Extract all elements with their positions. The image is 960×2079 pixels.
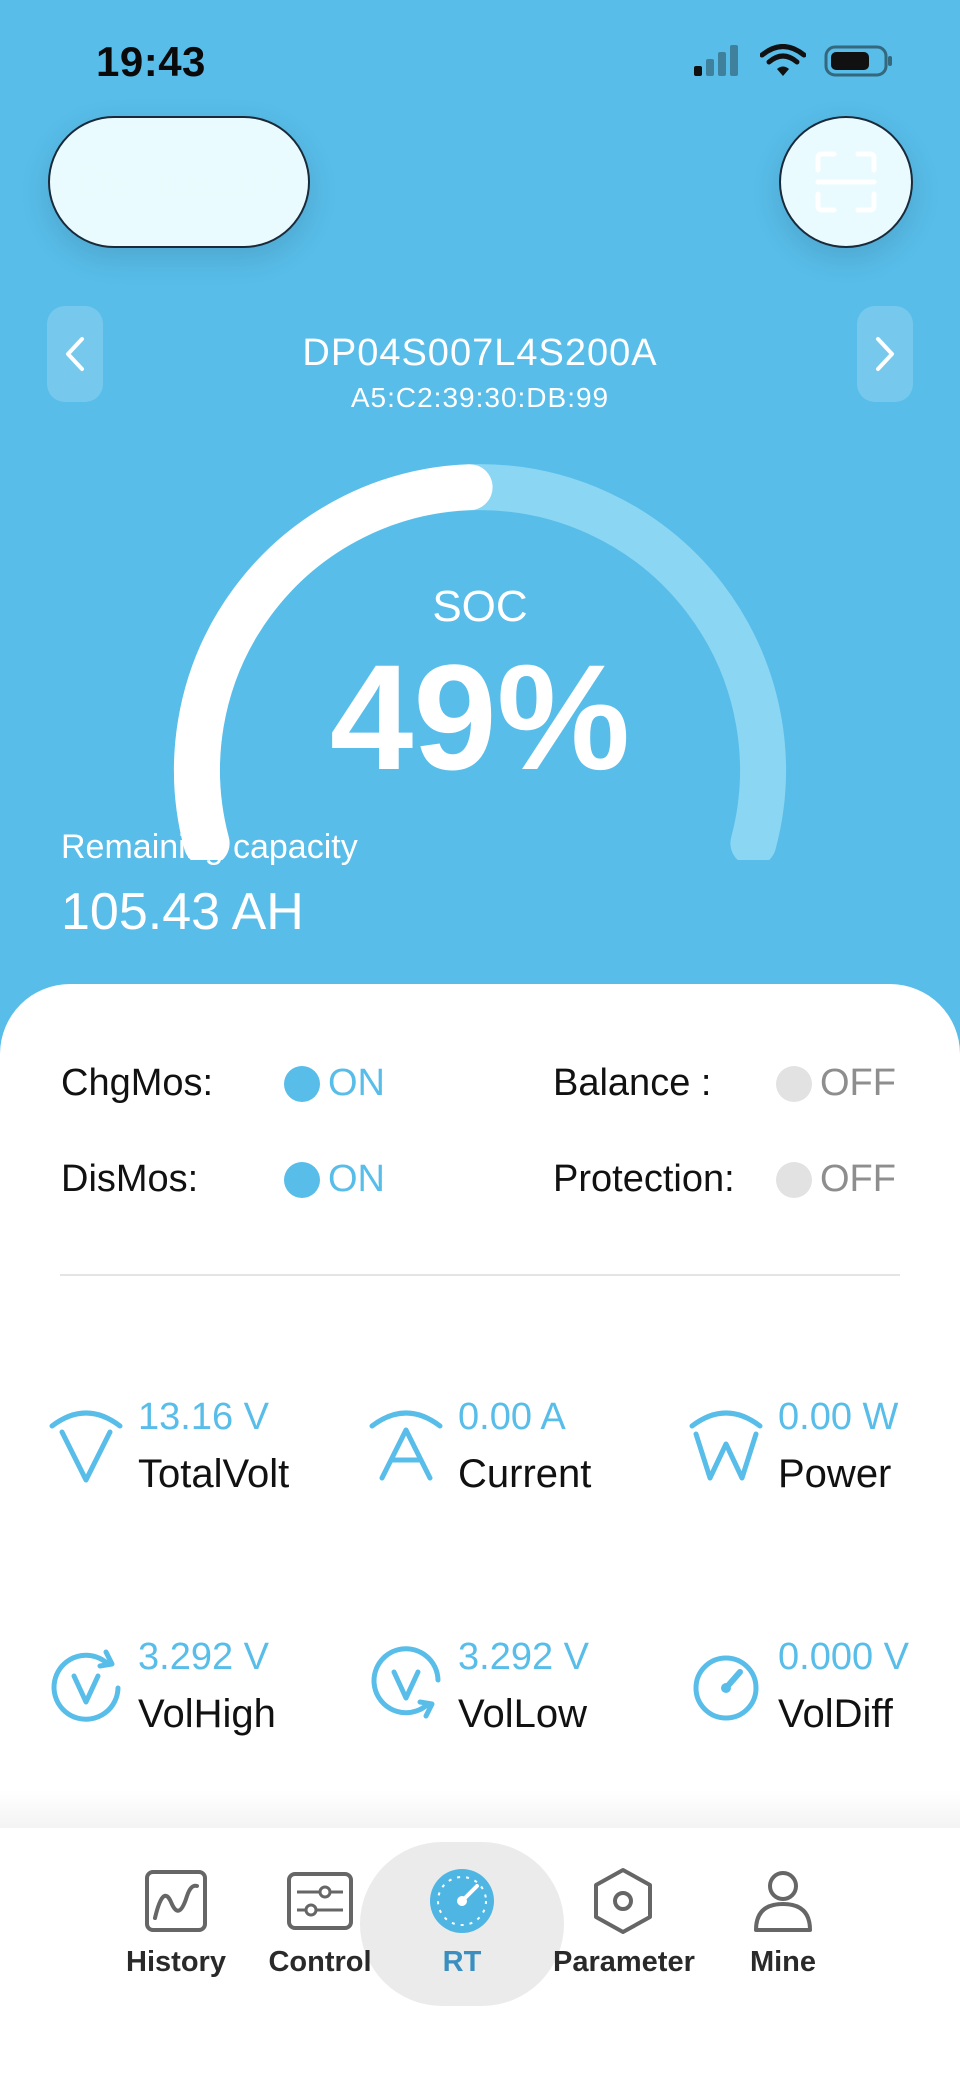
protection-state: OFF (776, 1158, 896, 1201)
tab-parameter[interactable]: Parameter (553, 1866, 695, 1979)
metric-value: 0.00 A (458, 1396, 566, 1438)
user-icon (754, 1871, 812, 1932)
metric-power: 0.00 W Power (686, 1396, 960, 1516)
flag-label: ChgMos: (61, 1062, 214, 1104)
history-icon (145, 1870, 207, 1932)
parameter-icon (594, 1868, 652, 1934)
divider (60, 1274, 900, 1276)
protection-flag: Protection: (553, 1158, 735, 1201)
tab-label: Parameter (553, 1946, 695, 1978)
tabbar-shadow (0, 1790, 960, 1830)
chgmos-flag: ChgMos: (61, 1062, 213, 1105)
status-dot-icon (776, 1065, 812, 1102)
tab-label: Mine (749, 1946, 817, 1978)
flag-label: DisMos: (61, 1158, 199, 1200)
metric-voldiff: 0.000 V VolDiff (686, 1636, 960, 1756)
chgmos-state: ON (284, 1062, 385, 1105)
tab-rt[interactable]: RT (392, 1866, 532, 1979)
voltage-diff-icon (693, 1655, 759, 1721)
metric-value: 3.292 V (138, 1636, 269, 1678)
flag-state-text: OFF (820, 1158, 896, 1200)
balance-state: OFF (776, 1062, 896, 1105)
tab-control[interactable]: Control (250, 1866, 390, 1979)
flag-state-text: OFF (820, 1062, 896, 1104)
metric-value: 0.00 W (778, 1396, 899, 1438)
status-dot-icon (776, 1161, 812, 1198)
rt-gauge-icon (430, 1869, 494, 1933)
metric-value: 3.292 V (458, 1636, 589, 1678)
tab-history[interactable]: History (106, 1866, 246, 1979)
metric-value: 13.16 V (138, 1396, 269, 1438)
dismos-flag: DisMos: (61, 1158, 198, 1201)
metric-volhigh: 3.292 V VolHigh (46, 1636, 346, 1756)
tab-label: Control (268, 1946, 372, 1978)
voltage-icon (49, 1410, 123, 1483)
metric-label: Power (778, 1452, 892, 1496)
metric-label: VolDiff (778, 1692, 893, 1736)
metric-vollow: 3.292 V VolLow (366, 1636, 666, 1756)
status-dot-icon (284, 1161, 320, 1198)
control-icon (287, 1872, 353, 1930)
soc-value: 49% (329, 633, 631, 801)
metric-label: TotalVolt (138, 1452, 290, 1496)
power-icon (689, 1410, 763, 1481)
remaining-capacity-value: 105.43 AH (61, 883, 304, 941)
tab-label: History (126, 1946, 226, 1978)
current-icon (369, 1410, 443, 1481)
metric-totalvolt: 13.16 V TotalVolt (46, 1396, 346, 1516)
voltage-high-icon (51, 1649, 121, 1722)
metric-label: Current (458, 1452, 592, 1496)
metric-label: VolHigh (138, 1692, 276, 1736)
tab-label: RT (442, 1946, 482, 1978)
flag-state-text: ON (328, 1062, 385, 1104)
voltage-low-icon (371, 1646, 441, 1719)
flag-label: Balance : (553, 1062, 712, 1104)
flag-label: Protection: (553, 1158, 735, 1200)
flag-state-text: ON (328, 1158, 385, 1200)
tab-mine[interactable]: Mine (713, 1866, 853, 1979)
soc-label: SOC (432, 582, 528, 631)
metric-label: VolLow (458, 1692, 587, 1736)
metric-current: 0.00 A Current (366, 1396, 666, 1516)
status-dot-icon (284, 1065, 320, 1102)
metric-value: 0.000 V (778, 1636, 909, 1678)
dismos-state: ON (284, 1158, 385, 1201)
remaining-capacity-label: Remaining capacity (61, 828, 358, 866)
balance-flag: Balance : (553, 1062, 711, 1105)
